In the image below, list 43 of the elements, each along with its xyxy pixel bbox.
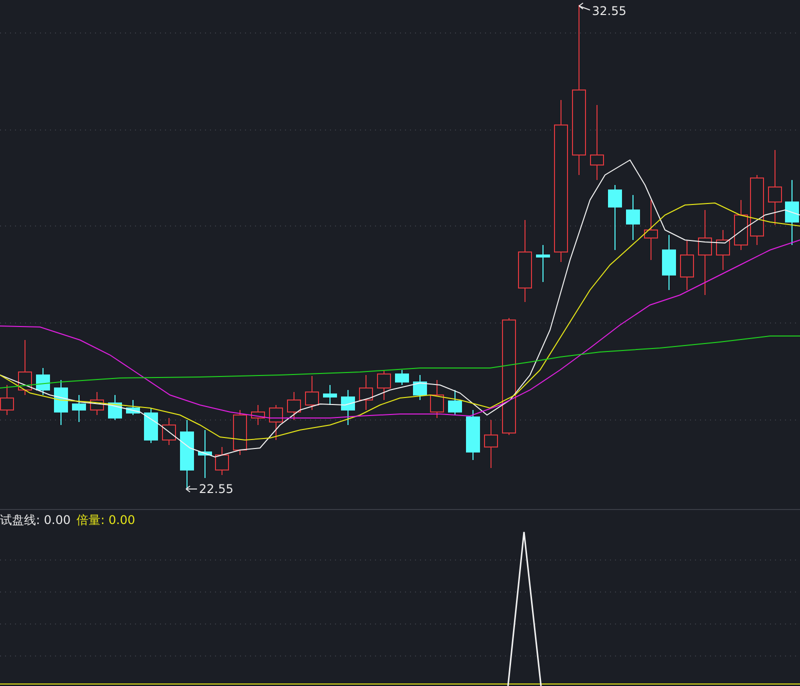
candlestick [413,374,427,400]
candlestick [269,404,283,440]
candlestick [359,374,373,410]
candlestick [162,418,176,446]
candlestick [680,240,694,290]
candlestick [466,410,480,460]
candlestick [395,370,409,386]
candlestick [180,420,194,490]
candlestick [287,392,301,420]
candlestick [72,394,86,422]
low-price-label: 22.55 [199,482,234,496]
candlestick [377,370,391,400]
candlestick [484,420,498,468]
candlestick [448,390,462,416]
candlestick [662,234,676,290]
candlestick [323,384,337,406]
candlestick [341,390,355,426]
indicator-legend-text: 试盘线: 0.00 [0,512,71,529]
candlestick [54,380,68,426]
candlestick [126,400,140,416]
candlestick [18,340,32,396]
candlestick [233,410,247,456]
candlestick [716,230,730,270]
candlestick [90,392,104,416]
candlestick [608,184,622,250]
candlestick [734,200,748,250]
candlestick [108,394,122,420]
candlestick [430,380,444,418]
candlestick [626,194,640,240]
candlestick [750,174,764,246]
candlestick [215,446,229,476]
candlestick [251,404,265,426]
candlestick [144,408,158,444]
candlestick [36,368,50,396]
candlestick [536,244,550,282]
indicator-legend-text: 倍量: 0.00 [76,512,136,529]
high-price-label: 32.55 [592,4,626,18]
candlestick [305,376,319,410]
candlestick [785,180,799,246]
candlestick [644,200,658,260]
leader-arrow-icon [186,486,198,492]
leader-arrow-icon [578,2,590,10]
candlestick [198,430,212,478]
